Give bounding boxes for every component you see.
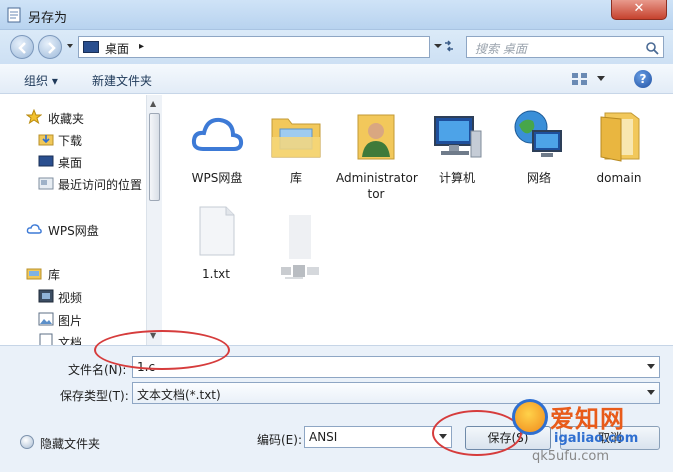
user-folder-icon [357,114,395,160]
nav-item-label: 视频 [58,291,83,305]
download-folder-icon [38,134,54,146]
encoding-label: 编码(E): [257,433,302,447]
back-arrow-icon [18,42,26,54]
forward-arrow-icon [48,42,56,54]
hide-folders-toggle[interactable]: 隐藏文件夹 [20,434,130,452]
file-name: domain [596,171,642,185]
navigation-scrollbar[interactable]: ▲ ▼ [146,95,162,345]
folder-icon [600,112,640,162]
window-title: 另存为 [28,11,68,26]
annotation-ellipse-filename [94,330,230,370]
nav-item-label: 库 [48,268,61,282]
video-icon [38,289,54,303]
list-item[interactable]: 计算机 [417,107,497,186]
list-item[interactable]: 库 [256,107,336,186]
cloud-icon [191,117,244,151]
nav-item-recent-places[interactable]: 最近访问的位置 [0,173,145,193]
view-options-icon[interactable] [571,72,589,86]
nav-item-wps-cloud[interactable]: WPS网盘 [0,219,145,239]
library-icon [26,268,42,280]
annotation-ellipse-save [432,410,522,456]
list-item[interactable]: domain [579,107,659,186]
picture-icon [38,312,54,326]
file-name: 库 [289,171,302,185]
list-item[interactable]: WPS网盘 [177,107,257,186]
new-folder-button[interactable]: 新建文件夹 [92,72,152,89]
view-dropdown-icon[interactable] [597,76,605,82]
address-separator[interactable]: ▸ [139,41,144,52]
desktop-icon [38,155,54,167]
network-icon [514,110,562,157]
list-item[interactable]: Administrator tor [336,107,418,202]
file-name-line2: tor [367,187,385,201]
text-file-icon [199,206,235,256]
file-name: 网络 [526,171,551,185]
hide-folders-label[interactable]: 隐藏文件夹 [40,435,100,452]
file-list: WPS网盘 库 Administrator tor 计算机 网络 domain … [163,95,673,345]
blurred-file-icon [281,215,319,285]
file-name: Administrator [336,171,418,185]
cancel-button[interactable]: 取消 [560,426,660,450]
address-location[interactable]: 桌面 [105,40,129,57]
scroll-up-icon[interactable]: ▲ [150,99,156,108]
encoding-value[interactable]: ANSI [309,430,337,444]
library-folder-icon [271,118,321,158]
document-icon [39,333,53,345]
search-box[interactable]: 搜索 桌面 [466,36,664,58]
command-toolbar: 组织 ▾ 新建文件夹 ? [0,64,673,94]
cloud-icon [26,224,42,234]
file-name: 计算机 [438,171,475,185]
nav-item-label: 收藏夹 [48,112,85,126]
save-form: 文件名(N): 1.c 保存类型(T): 文本文档(*.txt) 隐藏文件夹 编… [0,345,673,472]
search-input[interactable]: 搜索 桌面 [475,40,527,57]
computer-icon [434,116,482,158]
recent-pages-chevron-icon[interactable] [66,42,74,50]
list-item[interactable]: 网络 [499,107,579,186]
nav-item-label: 最近访问的位置 [58,178,143,192]
address-bar[interactable]: 桌面 ▸ [78,36,430,58]
nav-item-pictures[interactable]: 图片 [0,309,145,329]
file-name: WPS网盘 [191,171,243,185]
nav-item-label: 桌面 [58,156,83,170]
star-icon [26,109,42,125]
desktop-icon [83,41,99,53]
title-bar: 另存为 ✕ [0,0,673,30]
nav-item-desktop[interactable]: 桌面 [0,151,145,171]
list-item[interactable] [259,203,339,286]
filetype-value[interactable]: 文本文档(*.txt) [137,386,221,403]
filetype-select[interactable]: 文本文档(*.txt) [132,382,660,404]
file-name: 1.txt [202,267,230,281]
encoding-select[interactable]: ANSI [304,426,452,448]
scrollbar-thumb[interactable] [149,113,160,201]
back-button[interactable] [10,35,34,59]
help-icon[interactable]: ? [634,70,652,88]
nav-item-libraries[interactable]: 库 [0,263,145,283]
nav-item-videos[interactable]: 视频 [0,286,145,306]
nav-item-label: 图片 [58,314,83,328]
chevron-up-icon [20,435,34,449]
navigation-pane: 收藏夹 下载 桌面 最近访问的位置 WPS网盘 库 视频 图片 文档 ▲ ▼ [0,95,162,345]
nav-item-label: 下载 [58,134,83,148]
refresh-icon [445,40,453,52]
close-button[interactable]: ✕ [611,0,667,20]
forward-button[interactable] [38,35,62,59]
nav-item-label: 文档 [58,336,83,345]
nav-item-downloads[interactable]: 下载 [0,129,145,149]
chevron-down-icon[interactable] [647,364,655,370]
filetype-label: 保存类型(T): [60,389,129,403]
organize-menu[interactable]: 组织 ▾ [24,72,58,89]
nav-item-label: WPS网盘 [48,224,99,238]
recent-places-icon [38,177,54,190]
search-icon[interactable] [645,41,659,55]
list-item[interactable]: 1.txt [176,203,256,282]
nav-item-favorites[interactable]: 收藏夹 [0,107,145,127]
address-row: 桌面 ▸ 搜索 桌面 [0,30,673,64]
chevron-down-icon[interactable] [647,390,655,396]
notepad-icon [7,7,21,23]
refresh-button[interactable] [438,36,460,58]
